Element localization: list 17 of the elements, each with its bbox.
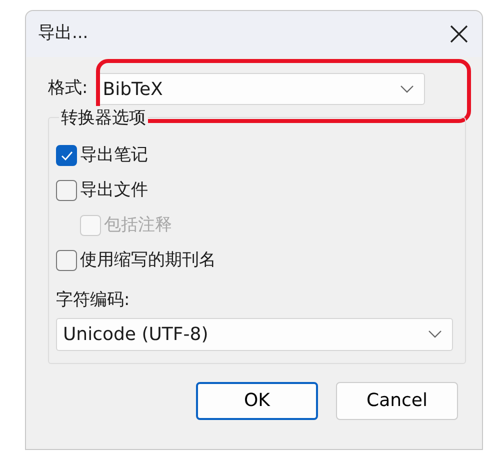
chevron-icon bbox=[400, 85, 414, 93]
checkbox[interactable] bbox=[56, 145, 77, 166]
checkbox[interactable] bbox=[56, 180, 77, 201]
window-title: 导出... bbox=[38, 22, 88, 46]
chevron-icon bbox=[428, 330, 442, 338]
close-icon bbox=[450, 25, 468, 43]
checkbox[interactable] bbox=[56, 250, 77, 271]
checkbox-label: 使用缩写的期刊名 bbox=[80, 248, 216, 272]
checkmark-icon bbox=[60, 150, 72, 160]
ok-button[interactable]: OK bbox=[196, 382, 318, 420]
encoding-label: 字符编码: bbox=[56, 289, 131, 312]
format-label: 格式: bbox=[48, 77, 88, 100]
checkbox-label: 导出文件 bbox=[80, 178, 148, 202]
encoding-dropdown[interactable]: Unicode (UTF-8) bbox=[56, 318, 453, 350]
checkbox-label: 导出笔记 bbox=[80, 144, 148, 167]
checkbox-label: 包括注释 bbox=[104, 214, 172, 237]
cancel-button[interactable]: Cancel bbox=[336, 382, 458, 420]
